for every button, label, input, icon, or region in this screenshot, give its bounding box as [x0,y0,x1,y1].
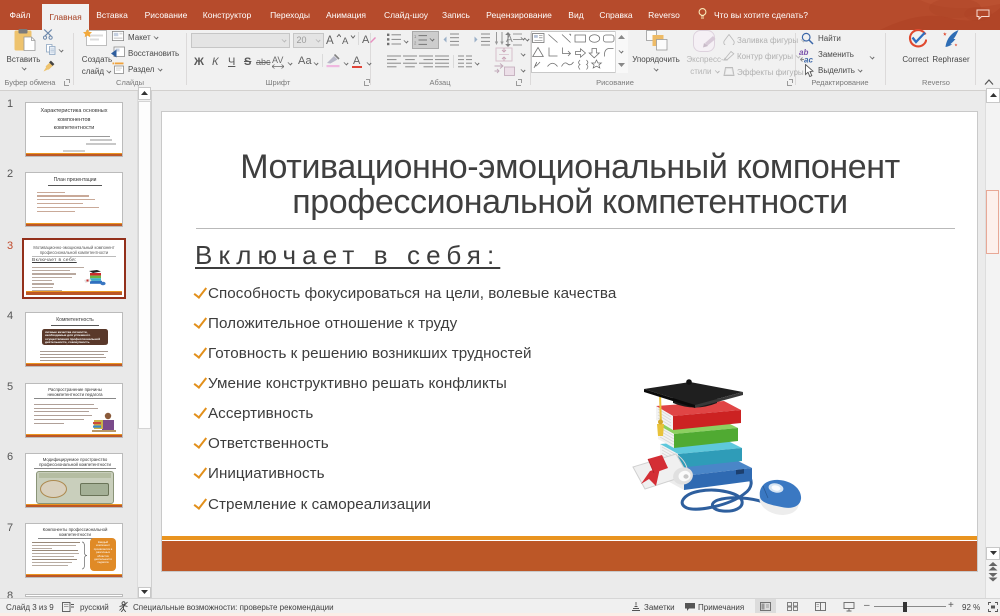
svg-text:А: А [342,36,349,46]
svg-text:2: 2 [414,40,417,45]
svg-text:ac: ac [804,56,813,64]
svg-text:А: А [326,35,334,46]
svg-text:А: А [362,34,370,46]
svg-text:1: 1 [414,34,417,39]
svg-text:А: А [506,34,513,45]
